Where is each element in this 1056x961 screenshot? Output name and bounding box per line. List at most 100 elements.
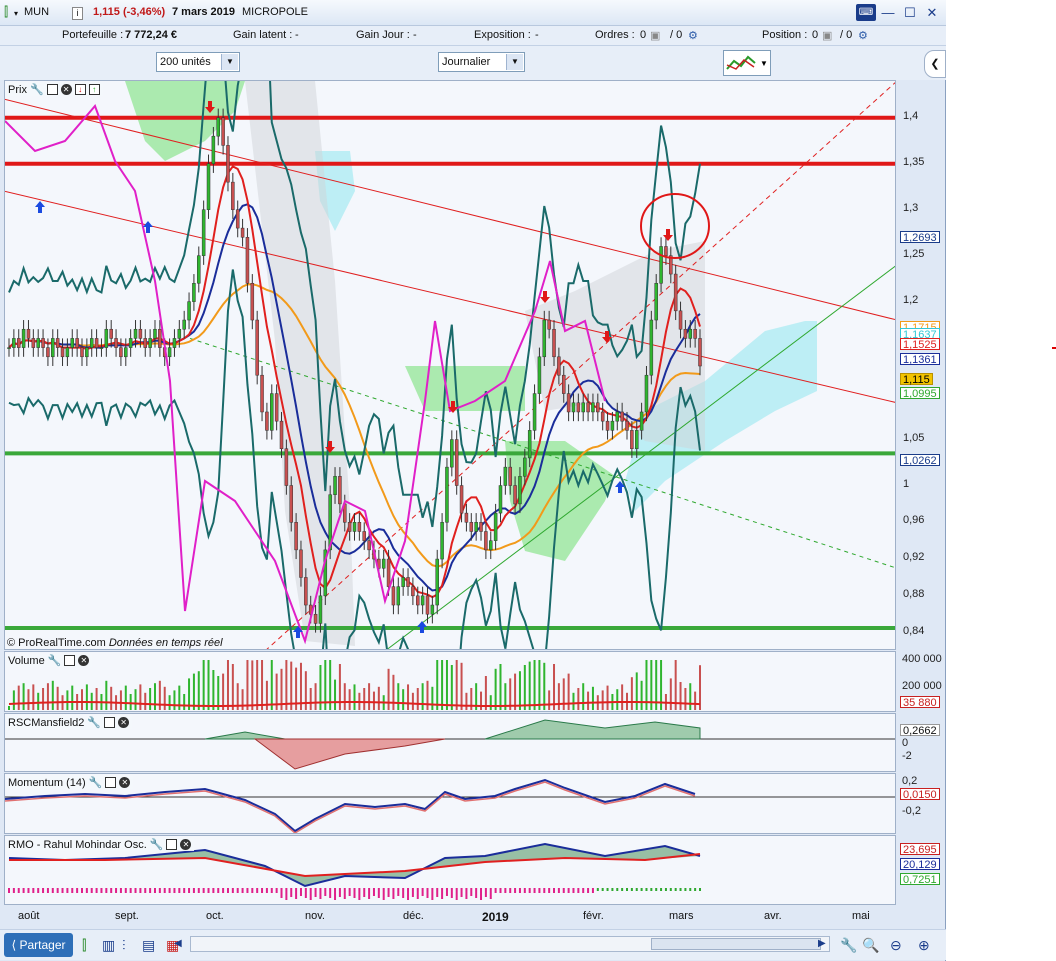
price-tick: 1,4 xyxy=(903,109,919,122)
candle-body xyxy=(401,577,405,587)
wrench-icon[interactable]: 🔧 xyxy=(89,776,103,789)
price-value-label: 1,0262 xyxy=(900,454,940,467)
wrench-icon[interactable]: 🔧 xyxy=(87,716,101,729)
momentum-tick: 0,2 xyxy=(902,775,918,787)
volume-bar xyxy=(226,660,229,710)
rmo-panel: RMO - Rahul Mohindar Osc. 🔧 ✕ xyxy=(4,835,896,905)
zoom-in-icon[interactable]: ⊕ xyxy=(918,937,930,954)
side-panel-toggle[interactable]: ❮ xyxy=(924,50,946,78)
volume-bar xyxy=(582,683,585,710)
chart-type-icon[interactable]: ⫿ xyxy=(4,4,8,20)
position-total: / 0 xyxy=(840,29,853,41)
ordres-icon[interactable]: ▣ xyxy=(650,29,660,42)
wrench-icon[interactable]: 🔧 xyxy=(48,654,62,667)
arrow-up-icon[interactable]: ↑ xyxy=(88,84,100,95)
wrench-icon[interactable]: 🔧 xyxy=(30,83,44,96)
zoom-select-icon[interactable]: 🔍 xyxy=(862,937,879,954)
position-icon[interactable]: ▣ xyxy=(822,29,832,42)
volume-bar xyxy=(217,676,220,710)
chevron-down-icon[interactable]: ▾ xyxy=(14,9,18,18)
scrollbar-thumb[interactable] xyxy=(651,938,821,950)
window-icon[interactable] xyxy=(166,839,178,850)
ticker[interactable]: MUN xyxy=(24,6,49,18)
candle-body xyxy=(313,613,318,624)
rmo-histogram-bar xyxy=(572,888,575,893)
candle-body xyxy=(260,374,264,413)
indicator-menu-button[interactable]: ▼ xyxy=(723,50,771,76)
rsc-chart[interactable] xyxy=(5,714,896,772)
table-icon[interactable]: ▤ xyxy=(142,937,155,954)
chevron-down-icon[interactable]: ▼ xyxy=(221,54,238,70)
rmo-value-label: 0,7251 xyxy=(900,873,940,886)
price-chart[interactable] xyxy=(5,81,896,650)
volume-panel-header: Volume 🔧 ✕ xyxy=(7,654,93,667)
candle-body xyxy=(221,117,225,146)
close-icon[interactable]: ✕ xyxy=(60,84,72,95)
close-icon[interactable]: ✕ xyxy=(78,655,90,666)
rmo-histogram-bar xyxy=(348,888,351,896)
share-label: Partager xyxy=(19,938,66,952)
scroll-right-icon[interactable]: ▶ xyxy=(818,938,826,949)
keyboard-icon[interactable]: ⌨ xyxy=(856,4,876,21)
rmo-histogram-bar xyxy=(596,888,599,891)
candle-body xyxy=(201,209,206,256)
ordres-label: Ordres : xyxy=(595,29,635,41)
rmo-histogram-bar xyxy=(694,888,697,891)
rmo-histogram-bar xyxy=(71,888,74,893)
close-icon[interactable]: ✕ xyxy=(119,777,131,788)
momentum-chart[interactable] xyxy=(5,774,896,834)
candle-body xyxy=(274,393,279,422)
candlestick-icon[interactable]: ⫿ xyxy=(82,937,86,954)
chevron-down-icon[interactable]: ▼ xyxy=(506,54,523,70)
candle-body xyxy=(172,338,177,348)
position-label: Position : xyxy=(762,29,808,41)
candle-body xyxy=(192,283,196,302)
candle-body xyxy=(338,476,342,505)
rmo-histogram-bar xyxy=(66,888,69,893)
candle-body xyxy=(479,522,483,532)
volume-bar xyxy=(387,668,390,710)
minimize-icon[interactable]: — xyxy=(878,4,898,21)
window-icon[interactable] xyxy=(64,655,76,666)
horizontal-scrollbar[interactable] xyxy=(190,936,830,952)
window-icon[interactable] xyxy=(104,717,116,728)
volume-chart[interactable] xyxy=(5,652,896,712)
volume-bar xyxy=(163,686,166,710)
gear-icon[interactable]: ⚙ xyxy=(858,29,868,42)
volume-bar xyxy=(621,684,624,710)
rmo-histogram-bar xyxy=(290,888,293,897)
window-icon[interactable] xyxy=(105,777,117,788)
close-icon[interactable]: ✕ xyxy=(922,4,942,21)
volume-bar xyxy=(251,660,254,710)
candle-body xyxy=(484,531,488,551)
period-select[interactable]: Journalier ▼ xyxy=(438,52,525,72)
price-tick: 0,88 xyxy=(903,587,925,600)
volume-bar xyxy=(465,692,468,710)
volume-bar xyxy=(436,660,439,710)
close-icon[interactable]: ✕ xyxy=(118,717,130,728)
close-icon[interactable]: ✕ xyxy=(180,839,192,850)
bar-chart-icon[interactable]: ▥ xyxy=(102,937,115,954)
volume-bar xyxy=(577,688,580,710)
line-chart-icon[interactable]: ⫶ xyxy=(122,937,126,954)
maximize-icon[interactable]: ☐ xyxy=(900,4,920,21)
candle-body xyxy=(600,411,605,422)
scroll-left-icon[interactable]: ◀ xyxy=(174,938,182,949)
volume-bar xyxy=(441,660,444,710)
volume-bar xyxy=(455,660,458,710)
volume-bar xyxy=(85,684,88,710)
offscreen-marker xyxy=(1052,347,1056,349)
zoom-out-icon[interactable]: ⊖ xyxy=(890,937,902,954)
wrench-icon[interactable]: 🔧 xyxy=(840,937,857,954)
info-icon[interactable]: i xyxy=(72,7,83,20)
wrench-icon[interactable]: 🔧 xyxy=(150,838,164,851)
arrow-down-icon[interactable]: ↓ xyxy=(74,84,86,95)
rmo-histogram-bar xyxy=(611,888,614,891)
window-icon[interactable] xyxy=(46,84,58,95)
gear-icon[interactable]: ⚙ xyxy=(688,29,698,42)
volume-bar xyxy=(640,680,643,710)
share-button[interactable]: ⟨ Partager xyxy=(4,933,73,957)
volume-bar xyxy=(231,664,234,710)
units-select[interactable]: 200 unités ▼ xyxy=(156,52,240,72)
candle-body xyxy=(128,338,133,348)
